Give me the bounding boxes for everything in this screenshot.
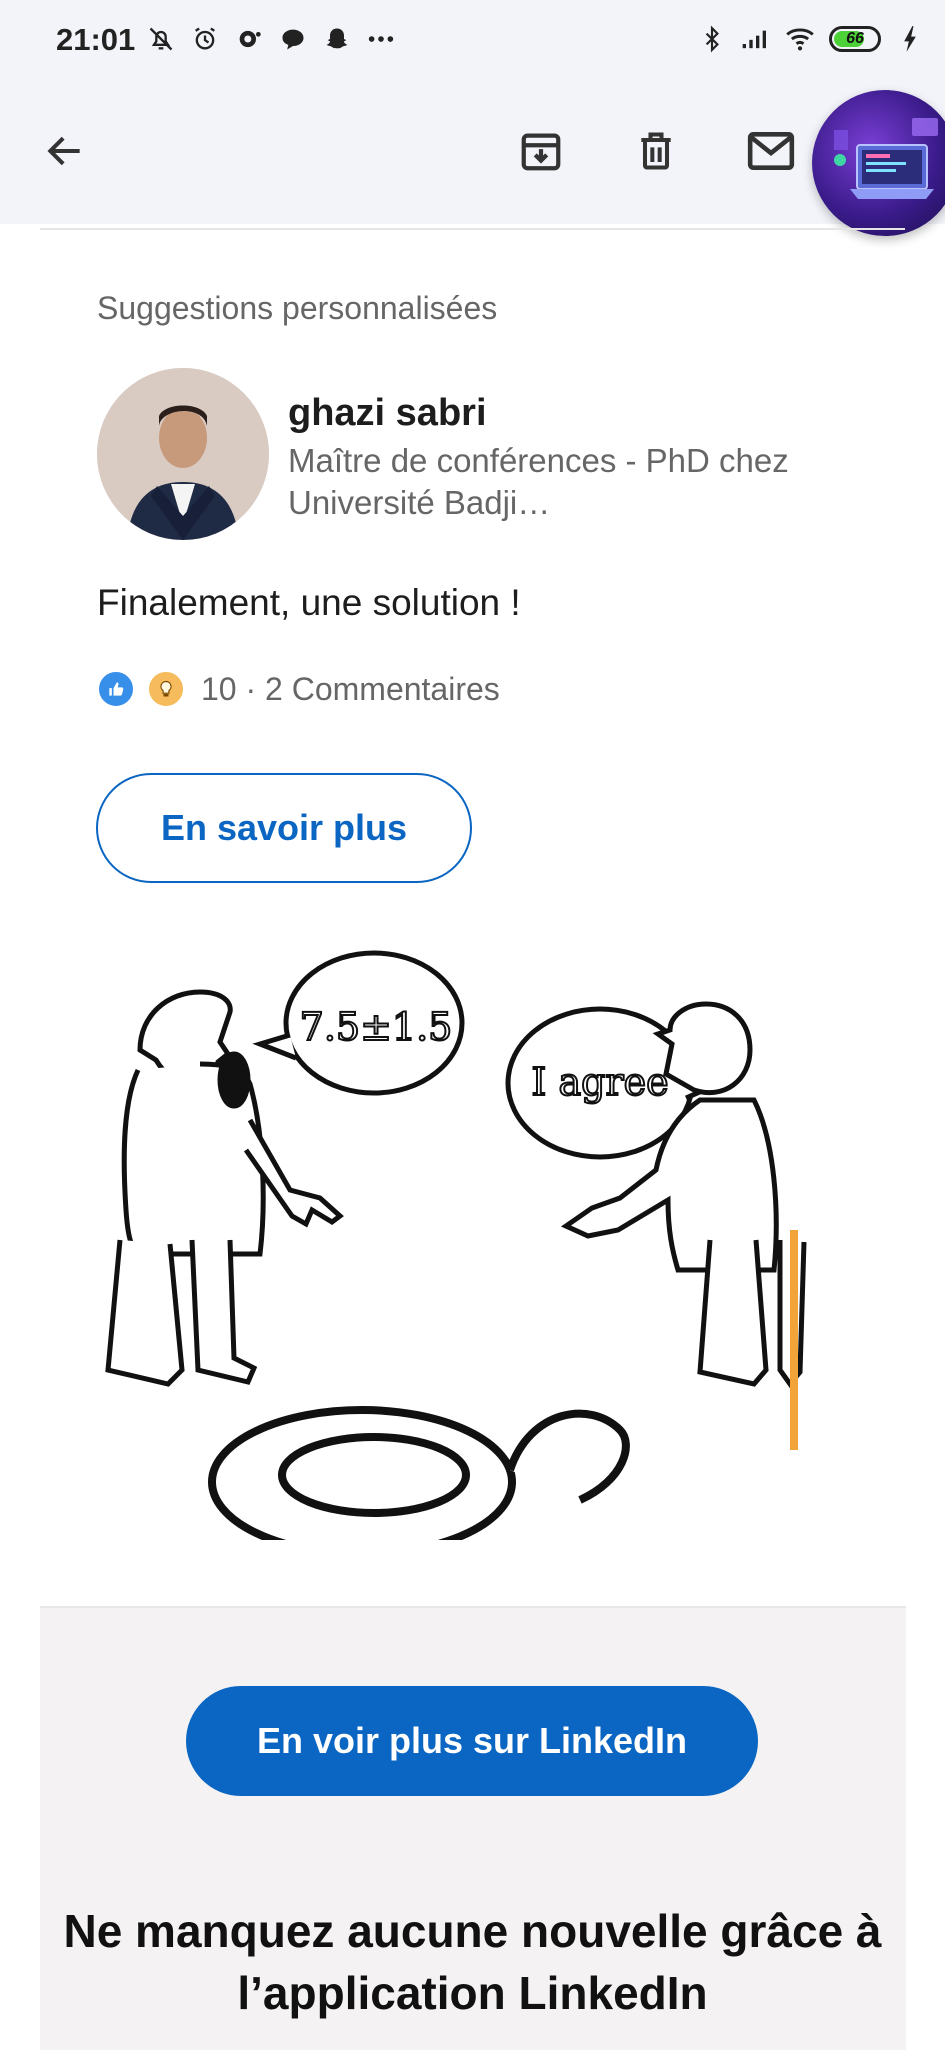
mail-button[interactable] <box>736 116 806 186</box>
account-avatar[interactable] <box>812 90 945 236</box>
left-bubble-text: 7.5±1.5 <box>300 1005 453 1049</box>
archive-icon <box>521 133 561 171</box>
battery-level-text: 66 <box>846 30 864 47</box>
author-photo <box>97 368 269 540</box>
status-right-icons: 66 <box>697 24 925 54</box>
email-toolbar <box>0 86 945 224</box>
like-reaction-icon <box>97 670 135 708</box>
signal-icon <box>741 24 771 54</box>
reactions-count-text: 10 · 2 Commentaires <box>201 670 500 707</box>
section-label: Suggestions personnalisées <box>97 290 498 326</box>
author-headline: Maître de conférences - PhD chez Univers… <box>288 442 789 521</box>
insightful-reaction-icon <box>147 670 185 708</box>
promo-title: Ne manquez aucune nouvelle grâce à l’app… <box>63 1905 882 2019</box>
reactions-summary[interactable]: 10 · 2 Commentaires <box>97 670 500 708</box>
notification-icon <box>234 24 264 54</box>
status-time: 21:01 <box>56 22 136 57</box>
right-bubble-text: I agree <box>531 1060 668 1104</box>
learn-more-button[interactable]: En savoir plus <box>96 773 472 883</box>
delete-button[interactable] <box>621 116 691 186</box>
wifi-icon <box>785 24 815 54</box>
status-left-icons <box>146 24 396 54</box>
author-name[interactable]: ghazi sabri <box>288 392 487 435</box>
alarm-icon <box>190 24 220 54</box>
snapchat-icon <box>322 24 352 54</box>
post-text: Finalement, une solution ! <box>97 582 521 623</box>
see-more-on-linkedin-button[interactable]: En voir plus sur LinkedIn <box>186 1686 758 1796</box>
author-avatar[interactable] <box>97 368 269 540</box>
bell-off-icon <box>146 24 176 54</box>
post-image[interactable]: 7.5±1.5 I agree <box>100 940 850 1558</box>
divider <box>40 228 905 230</box>
chat-bubble-icon <box>278 24 308 54</box>
charging-icon <box>895 24 925 54</box>
back-button[interactable] <box>30 116 100 186</box>
laptop-illustration-icon <box>834 118 938 199</box>
archive-button[interactable] <box>506 116 576 186</box>
bluetooth-icon <box>697 24 727 54</box>
arrow-left-icon <box>47 136 80 166</box>
status-bar: 21:01 66 <box>0 0 945 86</box>
trash-icon <box>641 132 671 170</box>
more-dots-icon <box>366 24 396 54</box>
battery-icon: 66 <box>829 26 881 52</box>
mail-icon <box>747 132 795 170</box>
